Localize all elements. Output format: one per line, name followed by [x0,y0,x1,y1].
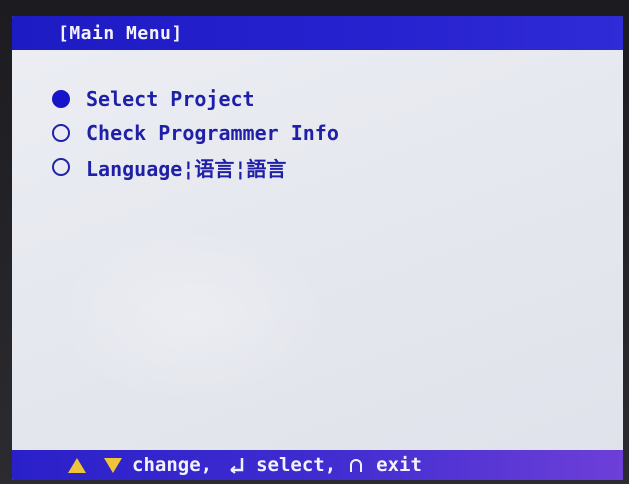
menu-item-label: Check Programmer Info [86,121,339,145]
device-bezel: [Main Menu] Select Project Check Program… [0,0,629,484]
menu-item-check-programmer-info[interactable]: Check Programmer Info [52,116,339,150]
triangle-down-icon [104,457,122,473]
status-bar: change, select, exit [12,450,623,480]
menu-item-label: Select Project [86,87,255,111]
title-bar: [Main Menu] [12,16,623,50]
main-menu: Select Project Check Programmer Info Lan… [52,82,339,184]
triangle-up-icon [68,457,86,473]
change-hint: change, [132,454,213,476]
menu-item-select-project[interactable]: Select Project [52,82,339,116]
exit-hint: exit [376,454,422,476]
enter-key-icon [228,456,246,474]
radio-selected-icon [52,90,70,108]
menu-item-label: Language¦语言¦語言 [86,156,287,181]
page-title: [Main Menu] [58,22,183,44]
lcd-screen: [Main Menu] Select Project Check Program… [12,16,623,480]
menu-item-language[interactable]: Language¦语言¦語言 [52,150,339,184]
screen-glare [52,226,332,406]
exit-key-icon [346,455,366,475]
select-hint: select, [256,454,337,476]
radio-unselected-icon [52,124,70,142]
radio-unselected-icon [52,158,70,176]
